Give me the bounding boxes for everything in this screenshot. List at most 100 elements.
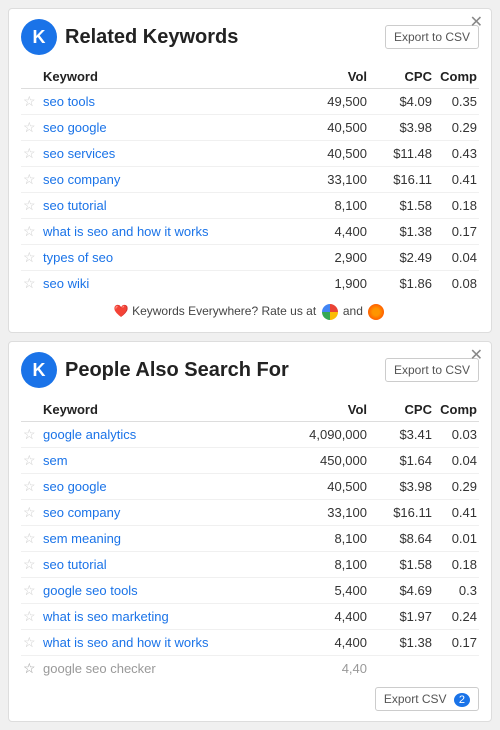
card-title-2: People Also Search For: [65, 359, 289, 382]
star-cell[interactable]: ☆: [21, 167, 41, 193]
keyword-cell[interactable]: what is seo marketing: [41, 604, 299, 630]
star-cell[interactable]: ☆: [21, 448, 41, 474]
table-row: ☆ seo company 33,100 $16.11 0.41: [21, 500, 479, 526]
keyword-cell[interactable]: seo tutorial: [41, 193, 299, 219]
star-cell[interactable]: ☆: [21, 115, 41, 141]
keyword-cell[interactable]: what is seo and how it works: [41, 630, 299, 656]
vol-cell: 4,400: [299, 219, 369, 245]
keyword-cell[interactable]: sem: [41, 448, 299, 474]
table-row: ☆ seo services 40,500 $11.48 0.43: [21, 141, 479, 167]
vol-cell: 2,900: [299, 245, 369, 271]
export-csv-button-2[interactable]: Export to CSV: [385, 358, 479, 382]
th-cpc-1: CPC: [369, 65, 434, 89]
vol-cell: 5,400: [299, 578, 369, 604]
keyword-cell[interactable]: google seo tools: [41, 578, 299, 604]
table-row: ☆ google seo checker 4,40: [21, 656, 479, 682]
table-row: ☆ what is seo and how it works 4,400 $1.…: [21, 630, 479, 656]
star-cell[interactable]: ☆: [21, 604, 41, 630]
cpc-cell: $16.11: [369, 167, 434, 193]
table-row: ☆ google seo tools 5,400 $4.69 0.3: [21, 578, 479, 604]
keyword-cell[interactable]: seo tools: [41, 89, 299, 115]
export-csv-bottom-button[interactable]: Export CSV 2: [375, 687, 479, 711]
star-cell[interactable]: ☆: [21, 245, 41, 271]
comp-cell: 0.24: [434, 604, 479, 630]
k-logo-1: K: [21, 19, 57, 55]
vol-cell: 8,100: [299, 552, 369, 578]
star-cell[interactable]: ☆: [21, 578, 41, 604]
keyword-cell[interactable]: google analytics: [41, 422, 299, 448]
star-cell[interactable]: ☆: [21, 630, 41, 656]
star-cell[interactable]: ☆: [21, 422, 41, 448]
card-header-1: K Related Keywords Export to CSV: [21, 19, 479, 55]
star-cell[interactable]: ☆: [21, 193, 41, 219]
keyword-cell[interactable]: seo wiki: [41, 271, 299, 297]
comp-cell: 0.04: [434, 245, 479, 271]
vol-cell: 8,100: [299, 526, 369, 552]
vol-cell: 4,400: [299, 630, 369, 656]
card-header-2: K People Also Search For Export to CSV: [21, 352, 479, 388]
close-button-2[interactable]: ✕: [470, 348, 483, 364]
star-cell[interactable]: ☆: [21, 271, 41, 297]
comp-cell: 0.08: [434, 271, 479, 297]
vol-cell: 1,900: [299, 271, 369, 297]
keyword-cell[interactable]: seo google: [41, 115, 299, 141]
table-row: ☆ types of seo 2,900 $2.49 0.04: [21, 245, 479, 271]
people-also-search-card: ✕ K People Also Search For Export to CSV…: [8, 341, 492, 722]
cpc-cell: [369, 656, 434, 682]
th-keyword-1: Keyword: [41, 65, 299, 89]
cpc-cell: $3.98: [369, 115, 434, 141]
vol-cell: 33,100: [299, 500, 369, 526]
comp-cell: 0.41: [434, 500, 479, 526]
cpc-cell: $2.49: [369, 245, 434, 271]
keyword-cell[interactable]: seo services: [41, 141, 299, 167]
star-cell[interactable]: ☆: [21, 500, 41, 526]
cpc-cell: $1.58: [369, 193, 434, 219]
keyword-cell[interactable]: what is seo and how it works: [41, 219, 299, 245]
export-badge: 2: [454, 693, 470, 707]
export-csv-button-1[interactable]: Export to CSV: [385, 25, 479, 49]
comp-cell: 0.35: [434, 89, 479, 115]
th-star-2: [21, 398, 41, 422]
keyword-cell[interactable]: sem meaning: [41, 526, 299, 552]
people-also-search-table: Keyword Vol CPC Comp ☆ google analytics …: [21, 398, 479, 681]
table-row: ☆ what is seo marketing 4,400 $1.97 0.24: [21, 604, 479, 630]
cpc-cell: $4.09: [369, 89, 434, 115]
vol-cell: 40,500: [299, 474, 369, 500]
close-button-1[interactable]: ✕: [470, 15, 483, 31]
keyword-cell[interactable]: seo company: [41, 167, 299, 193]
title-group-2: K People Also Search For: [21, 352, 289, 388]
keyword-cell[interactable]: google seo checker: [41, 656, 299, 682]
chrome-icon[interactable]: [322, 304, 338, 320]
vol-cell: 450,000: [299, 448, 369, 474]
th-cpc-2: CPC: [369, 398, 434, 422]
star-cell[interactable]: ☆: [21, 141, 41, 167]
keyword-cell[interactable]: types of seo: [41, 245, 299, 271]
vol-cell: 33,100: [299, 167, 369, 193]
keyword-cell[interactable]: seo company: [41, 500, 299, 526]
star-cell[interactable]: ☆: [21, 552, 41, 578]
th-comp-2: Comp: [434, 398, 479, 422]
vol-cell: 4,400: [299, 604, 369, 630]
rate-and: and: [343, 304, 366, 318]
cpc-cell: $11.48: [369, 141, 434, 167]
th-comp-1: Comp: [434, 65, 479, 89]
table-row: ☆ seo tutorial 8,100 $1.58 0.18: [21, 193, 479, 219]
firefox-icon[interactable]: [368, 304, 384, 320]
star-cell[interactable]: ☆: [21, 89, 41, 115]
table-header-row-2: Keyword Vol CPC Comp: [21, 398, 479, 422]
cpc-cell: $1.97: [369, 604, 434, 630]
star-cell[interactable]: ☆: [21, 526, 41, 552]
comp-cell: [434, 656, 479, 682]
th-keyword-2: Keyword: [41, 398, 299, 422]
comp-cell: 0.29: [434, 474, 479, 500]
cpc-cell: $3.41: [369, 422, 434, 448]
th-vol-1: Vol: [299, 65, 369, 89]
keyword-cell[interactable]: seo tutorial: [41, 552, 299, 578]
vol-cell: 4,090,000: [299, 422, 369, 448]
keyword-cell[interactable]: seo google: [41, 474, 299, 500]
cpc-cell: $8.64: [369, 526, 434, 552]
star-cell[interactable]: ☆: [21, 219, 41, 245]
cpc-cell: $1.64: [369, 448, 434, 474]
star-cell[interactable]: ☆: [21, 656, 41, 682]
star-cell[interactable]: ☆: [21, 474, 41, 500]
